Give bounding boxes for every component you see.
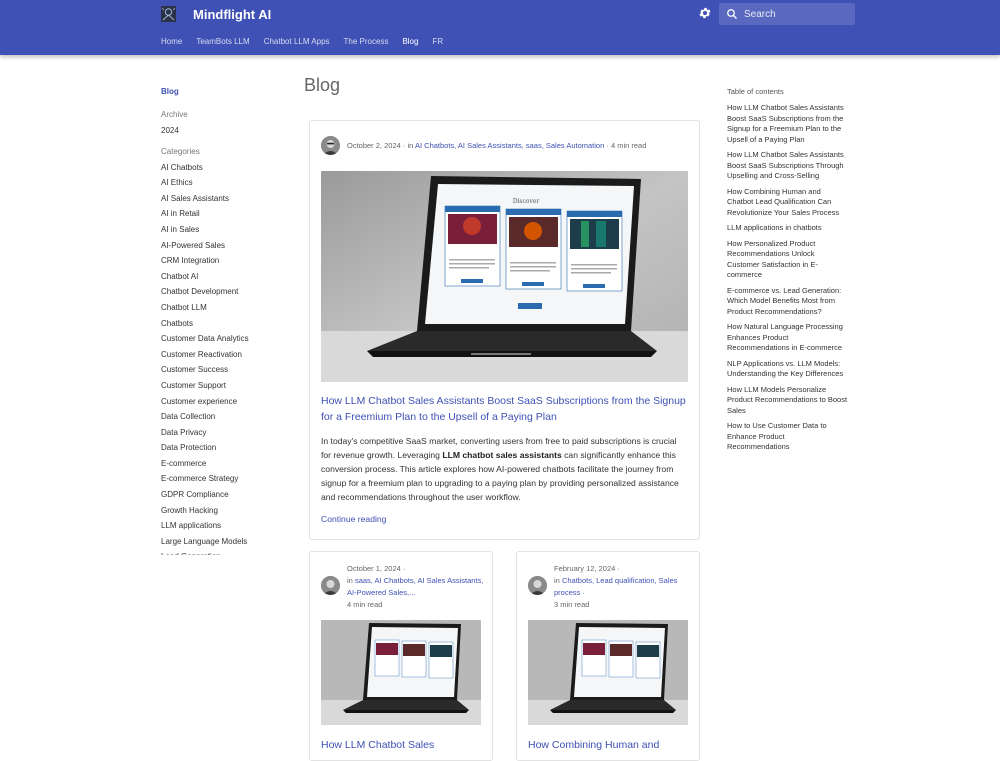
post-card: February 12, 2024 · in Chatbots, Lead qu… bbox=[516, 551, 700, 761]
featured-image[interactable]: Discover bbox=[321, 171, 688, 382]
toc-list: How LLM Chatbot Sales Assistants Boost S… bbox=[727, 103, 849, 453]
continue-reading-link[interactable]: Continue reading bbox=[321, 514, 386, 524]
post-meta: February 12, 2024 · in Chatbots, Lead qu… bbox=[554, 564, 678, 609]
categories-title: Categories bbox=[161, 146, 200, 156]
sidebar-category-item[interactable]: GDPR Compliance bbox=[161, 488, 291, 504]
sidebar-category-item[interactable]: Customer Reactivation bbox=[161, 348, 291, 364]
toc-link[interactable]: LLM applications in chatbots bbox=[727, 223, 849, 234]
post-date: October 1, 2024 bbox=[347, 564, 401, 573]
search-box[interactable] bbox=[719, 3, 855, 25]
sidebar-category-item[interactable]: AI Sales Assistants bbox=[161, 192, 291, 208]
featured-post-title[interactable]: How LLM Chatbot Sales Assistants Boost S… bbox=[321, 393, 686, 425]
archive-title: Archive bbox=[161, 110, 188, 119]
toc-title: Table of contents bbox=[727, 87, 784, 96]
sidebar-category-item[interactable]: AI Chatbots bbox=[161, 161, 291, 177]
featured-post-card: October 2, 2024 · in AI Chatbots, AI Sal… bbox=[309, 120, 700, 540]
sidebar-category-item[interactable]: CRM Integration bbox=[161, 254, 291, 270]
post-title[interactable]: How LLM Chatbot Sales bbox=[321, 737, 486, 753]
in-label: in bbox=[554, 576, 560, 585]
left-sidebar: Blog Archive 2024 Categories AI Chatbots… bbox=[161, 87, 291, 555]
logo-icon[interactable] bbox=[161, 6, 176, 22]
toc-link[interactable]: NLP Applications vs. LLM Models: Underst… bbox=[727, 359, 849, 380]
sidebar-category-item[interactable]: AI in Retail bbox=[161, 207, 291, 223]
read-time: 3 min read bbox=[554, 600, 590, 609]
search-input[interactable] bbox=[744, 3, 849, 25]
author-avatar[interactable] bbox=[321, 136, 340, 155]
sidebar-category-item[interactable]: Chatbot LLM bbox=[161, 301, 291, 317]
sidebar-category-item[interactable]: Customer Success bbox=[161, 363, 291, 379]
sidebar-blog-link[interactable]: Blog bbox=[161, 87, 291, 103]
sidebar-category-item[interactable]: AI-Powered Sales bbox=[161, 239, 291, 255]
post-date: February 12, 2024 bbox=[554, 564, 616, 573]
screen-heading: Discover bbox=[513, 198, 540, 205]
sidebar-category-item[interactable]: Chatbots bbox=[161, 317, 291, 333]
sidebar-category-item[interactable]: Growth Hacking bbox=[161, 504, 291, 520]
toc-link[interactable]: How LLM Models Personalize Product Recom… bbox=[727, 385, 849, 417]
tab-fr[interactable]: FR bbox=[432, 37, 443, 49]
archive-item-2024[interactable]: 2024 bbox=[161, 124, 291, 140]
search-icon bbox=[727, 9, 737, 19]
site-title[interactable]: Mindflight AI bbox=[193, 7, 271, 22]
sidebar-category-item[interactable]: Chatbot AI bbox=[161, 270, 291, 286]
post-meta: October 2, 2024 · in AI Chatbots, AI Sal… bbox=[347, 141, 647, 150]
toc-link[interactable]: How to Use Customer Data to Enhance Prod… bbox=[727, 421, 849, 453]
toc-link[interactable]: How Combining Human and Chatbot Lead Qua… bbox=[727, 187, 849, 219]
page-title: Blog bbox=[304, 75, 341, 95]
sidebar-category-item[interactable]: Customer Support bbox=[161, 379, 291, 395]
tab-home[interactable]: Home bbox=[161, 37, 182, 49]
post-date: October 2, 2024 bbox=[347, 141, 401, 150]
post-title[interactable]: How Combining Human and bbox=[528, 737, 693, 753]
tab-the-process[interactable]: The Process bbox=[344, 37, 389, 49]
post-excerpt: In today's competitive SaaS market, conv… bbox=[321, 434, 681, 504]
post-categories[interactable]: saas, AI Chatbots, AI Sales Assistants, … bbox=[347, 576, 483, 597]
post-categories[interactable]: Chatbots, Lead qualification, Sales proc… bbox=[554, 576, 677, 597]
toc-link[interactable]: E-commerce vs. Lead Generation: Which Mo… bbox=[727, 286, 849, 318]
sidebar-category-item[interactable]: Lead Generation bbox=[161, 550, 291, 555]
author-avatar[interactable] bbox=[321, 576, 340, 595]
toc-link[interactable]: How Natural Language Processing Enhances… bbox=[727, 322, 849, 354]
sidebar-category-item[interactable]: Data Privacy bbox=[161, 426, 291, 442]
sidebar-category-item[interactable]: Chatbot Development bbox=[161, 285, 291, 301]
post-meta: October 1, 2024 · in saas, AI Chatbots, … bbox=[347, 564, 484, 609]
in-label: in bbox=[347, 576, 353, 585]
tab-chatbot-llm-apps[interactable]: Chatbot LLM Apps bbox=[264, 37, 330, 49]
sidebar-category-item[interactable]: Large Language Models bbox=[161, 535, 291, 551]
post-image[interactable] bbox=[321, 620, 481, 725]
sidebar-category-item[interactable]: Customer Data Analytics bbox=[161, 332, 291, 348]
author-avatar[interactable] bbox=[528, 576, 547, 595]
read-time: 4 min read bbox=[347, 600, 383, 609]
post-card: October 1, 2024 · in saas, AI Chatbots, … bbox=[309, 551, 493, 761]
sidebar-category-item[interactable]: AI Ethics bbox=[161, 176, 291, 192]
sidebar-category-item[interactable]: Customer experience bbox=[161, 395, 291, 411]
post-image[interactable] bbox=[528, 620, 688, 725]
in-label: in bbox=[407, 141, 414, 150]
sidebar-category-item[interactable]: LLM applications bbox=[161, 519, 291, 535]
gear-icon[interactable] bbox=[698, 6, 712, 20]
top-app-bar: Mindflight AI Home TeamBots LLM Chatbot … bbox=[0, 0, 1000, 55]
tab-teambots-llm[interactable]: TeamBots LLM bbox=[196, 37, 249, 49]
post-categories[interactable]: AI Chatbots, AI Sales Assistants, saas, … bbox=[415, 141, 604, 150]
sidebar-category-item[interactable]: E-commerce Strategy bbox=[161, 472, 291, 488]
tab-blog[interactable]: Blog bbox=[402, 37, 418, 49]
categories-list: AI Chatbots AI Ethics AI Sales Assistants A… bbox=[161, 161, 291, 555]
main-nav: Home TeamBots LLM Chatbot LLM Apps The P… bbox=[161, 37, 457, 49]
sidebar-category-item[interactable]: Data Collection bbox=[161, 410, 291, 426]
read-time: 4 min read bbox=[610, 141, 647, 150]
sidebar-category-item[interactable]: AI in Sales bbox=[161, 223, 291, 239]
table-of-contents: Table of contents How LLM Chatbot Sales … bbox=[727, 87, 849, 458]
toc-link[interactable]: How LLM Chatbot Sales Assistants Boost S… bbox=[727, 150, 849, 182]
toc-link[interactable]: How Personalized Product Recommendations… bbox=[727, 239, 849, 281]
sidebar-category-item[interactable]: Data Protection bbox=[161, 441, 291, 457]
toc-link[interactable]: How LLM Chatbot Sales Assistants Boost S… bbox=[727, 103, 849, 145]
sidebar-category-item[interactable]: E-commerce bbox=[161, 457, 291, 473]
excerpt-bold: LLM chatbot sales assistants bbox=[442, 450, 562, 460]
